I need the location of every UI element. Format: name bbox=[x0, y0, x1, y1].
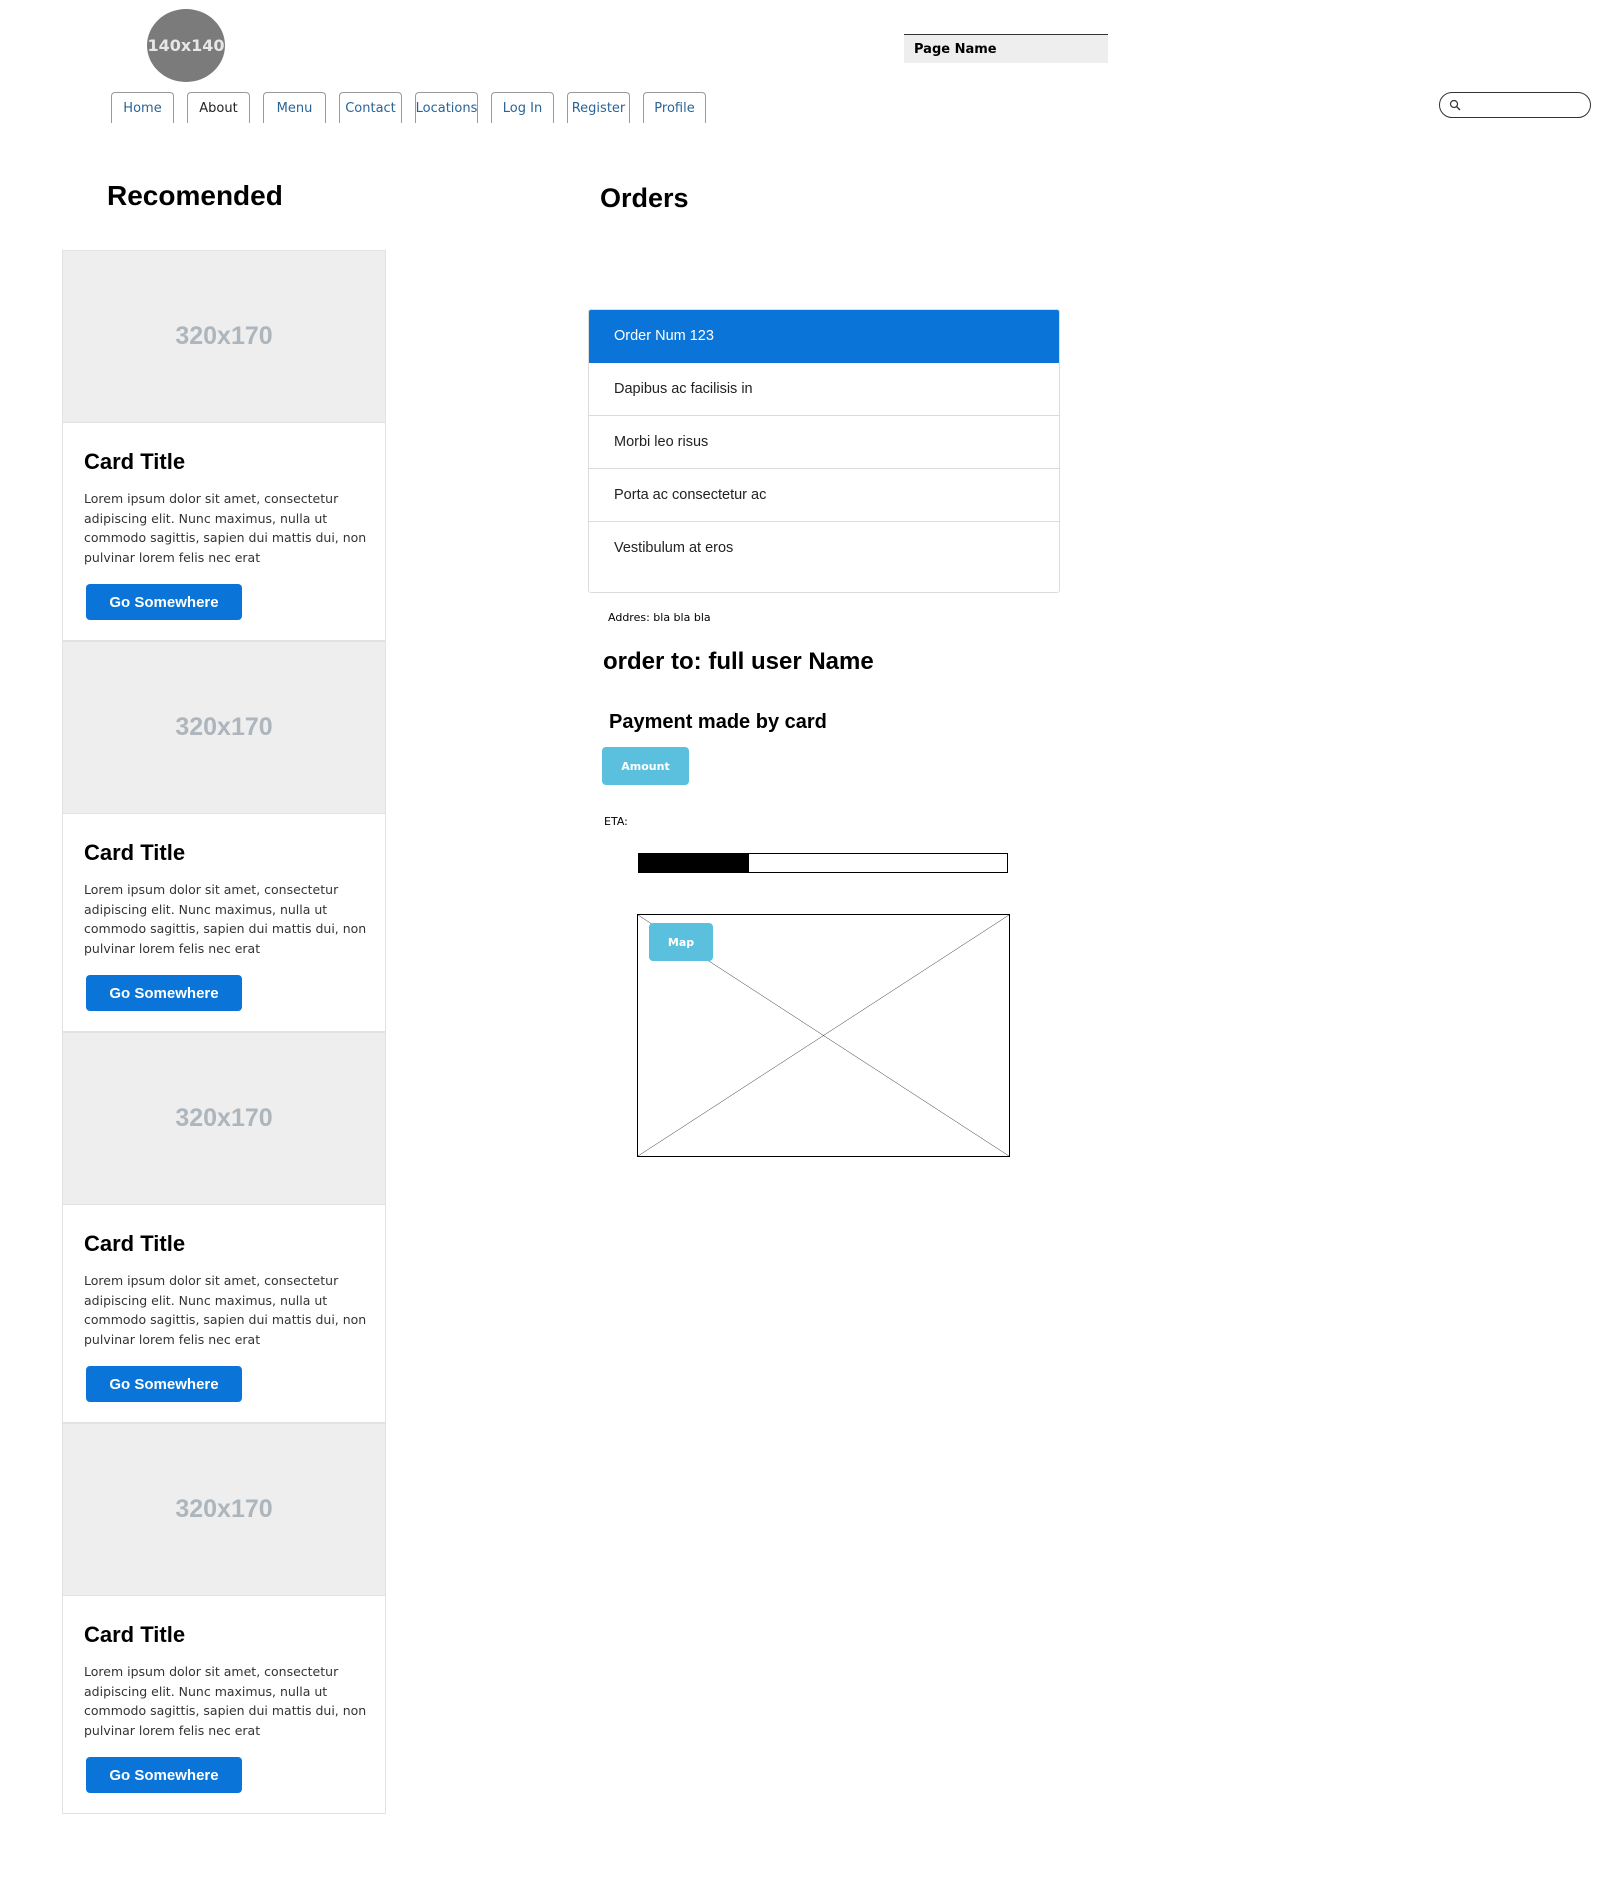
card-title: Card Title bbox=[84, 1231, 186, 1256]
card-title: Card Title bbox=[84, 1622, 186, 1647]
tab-profile[interactable]: Profile bbox=[643, 92, 706, 123]
orders-heading: Orders bbox=[600, 183, 689, 213]
list-item[interactable]: Morbi leo risus bbox=[589, 416, 1059, 469]
list-item[interactable]: Dapibus ac facilisis in bbox=[589, 363, 1059, 416]
card-title: Card Title bbox=[84, 840, 186, 865]
avatar: 140x140 bbox=[147, 9, 225, 82]
recommended-heading: Recomended bbox=[107, 180, 283, 211]
card-text: Lorem ipsum dolor sit amet, consectetur … bbox=[84, 1664, 367, 1738]
go-somewhere-button[interactable]: Go Somewhere bbox=[86, 1366, 242, 1402]
recommended-card: 320x170 Card Title Lorem ipsum dolor sit… bbox=[62, 250, 386, 641]
list-item-order-num[interactable]: Order Num 123 bbox=[589, 310, 1059, 363]
card-image-placeholder: 320x170 bbox=[63, 642, 385, 814]
go-somewhere-button[interactable]: Go Somewhere bbox=[86, 975, 242, 1011]
search-input[interactable] bbox=[1466, 96, 1584, 114]
card-image-placeholder: 320x170 bbox=[63, 1424, 385, 1596]
search-icon bbox=[1449, 99, 1461, 111]
list-item[interactable]: Vestibulum at eros bbox=[589, 522, 1059, 575]
payment-heading: Payment made by card bbox=[609, 711, 827, 733]
eta-progress-bar bbox=[638, 853, 1008, 873]
card-image-placeholder: 320x170 bbox=[63, 251, 385, 423]
list-item[interactable]: Porta ac consectetur ac bbox=[589, 469, 1059, 522]
card-text: Lorem ipsum dolor sit amet, consectetur … bbox=[84, 882, 367, 956]
go-somewhere-button[interactable]: Go Somewhere bbox=[86, 1757, 242, 1793]
tab-about[interactable]: About bbox=[187, 92, 250, 123]
card-text: Lorem ipsum dolor sit amet, consectetur … bbox=[84, 1273, 367, 1347]
tab-contact[interactable]: Contact bbox=[339, 92, 402, 123]
tab-register[interactable]: Register bbox=[567, 92, 630, 123]
go-somewhere-button[interactable]: Go Somewhere bbox=[86, 584, 242, 620]
tab-log-in[interactable]: Log In bbox=[491, 92, 554, 123]
tab-menu[interactable]: Menu bbox=[263, 92, 326, 123]
tab-home[interactable]: Home bbox=[111, 92, 174, 123]
orders-list: Order Num 123 Dapibus ac facilisis in Mo… bbox=[588, 309, 1060, 593]
card-image-placeholder: 320x170 bbox=[63, 1033, 385, 1205]
order-to-heading: order to: full user Name bbox=[603, 648, 874, 675]
map-button[interactable]: Map bbox=[649, 923, 713, 961]
page-name-label: Page Name bbox=[904, 34, 1108, 63]
card-text: Lorem ipsum dolor sit amet, consectetur … bbox=[84, 491, 367, 565]
tab-locations[interactable]: Locations bbox=[415, 92, 478, 123]
recommended-card: 320x170 Card Title Lorem ipsum dolor sit… bbox=[62, 1423, 386, 1814]
eta-label: ETA: bbox=[604, 815, 628, 828]
card-title: Card Title bbox=[84, 449, 186, 474]
recommended-card: 320x170 Card Title Lorem ipsum dolor sit… bbox=[62, 1032, 386, 1423]
amount-button[interactable]: Amount bbox=[602, 747, 689, 785]
eta-progress-fill bbox=[639, 854, 750, 872]
recommended-card: 320x170 Card Title Lorem ipsum dolor sit… bbox=[62, 641, 386, 1032]
search-box[interactable] bbox=[1439, 92, 1591, 118]
address-text: Addres: bla bla bla bbox=[608, 611, 711, 624]
